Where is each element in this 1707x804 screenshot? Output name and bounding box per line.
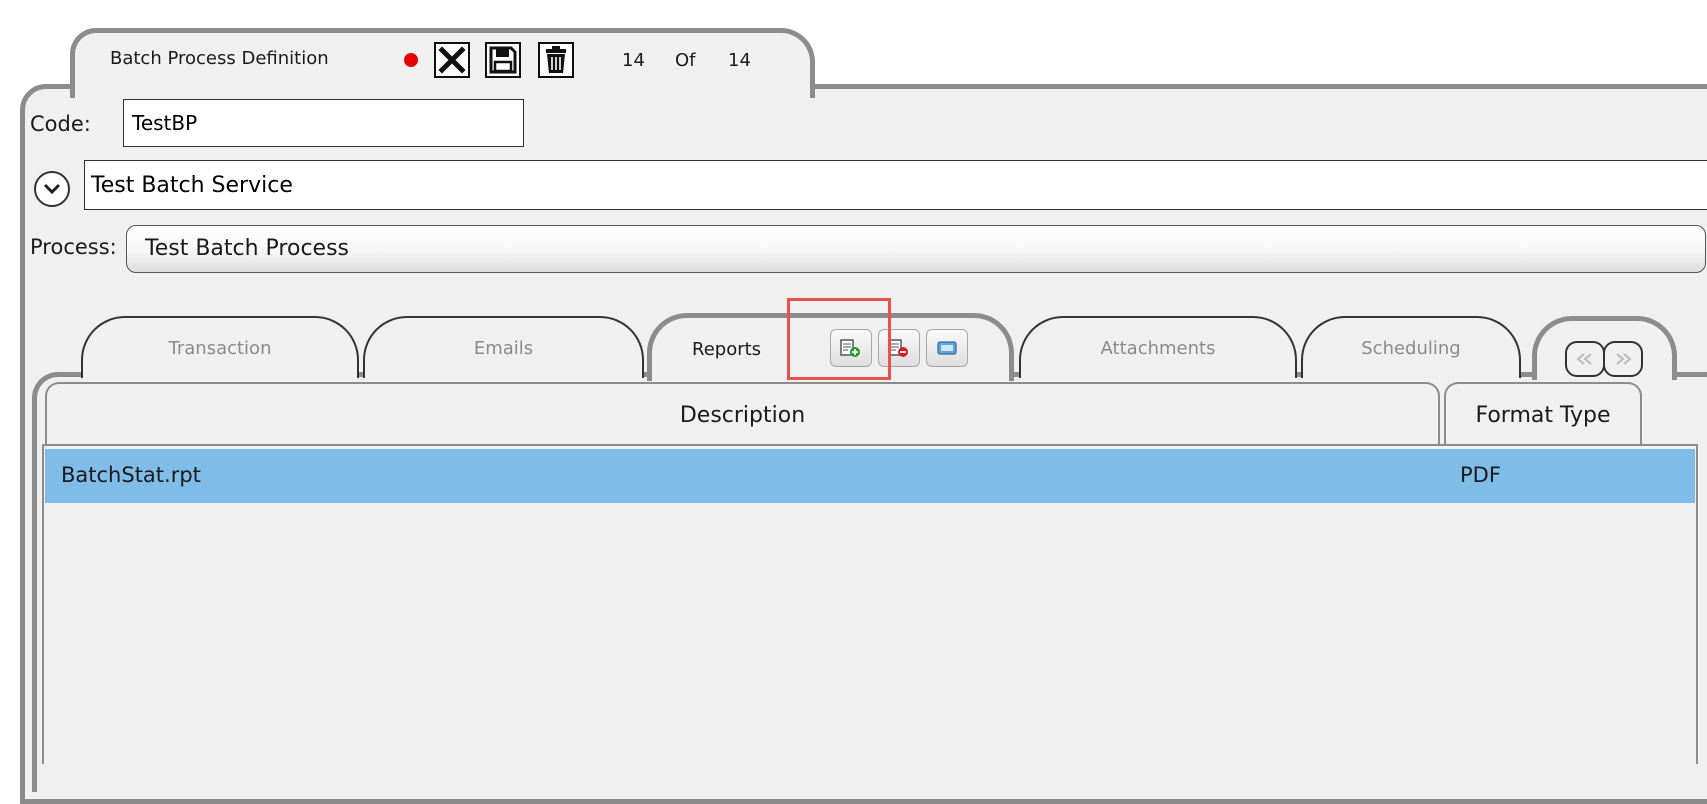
tab-scheduling[interactable]: Scheduling (1301, 316, 1521, 378)
process-selector[interactable]: Test Batch Process (126, 225, 1706, 273)
tab-attachments[interactable]: Attachments (1019, 316, 1297, 378)
double-right-icon (1616, 353, 1632, 365)
code-input[interactable] (123, 99, 524, 147)
double-left-icon (1576, 353, 1592, 365)
highlight-annotation (787, 298, 891, 380)
tab-label: Transaction (168, 337, 272, 359)
save-button[interactable] (484, 41, 522, 79)
edit-report-icon (937, 341, 957, 355)
tab-transaction[interactable]: Transaction (81, 316, 359, 378)
cell-description: BatchStat.rpt (61, 463, 201, 487)
record-total: 14 (728, 50, 751, 71)
column-header-description[interactable]: Description (45, 382, 1440, 446)
save-icon (485, 42, 521, 78)
trash-icon (538, 42, 574, 78)
close-icon (434, 42, 470, 78)
next-button[interactable] (1603, 341, 1643, 377)
cell-format-type: PDF (1460, 463, 1501, 487)
tab-label: Scheduling (1361, 337, 1461, 359)
table-row[interactable]: BatchStat.rpt PDF (45, 449, 1695, 503)
page-title: Batch Process Definition (110, 48, 329, 69)
unsaved-indicator-icon (404, 53, 418, 67)
chevron-down-icon (43, 183, 61, 195)
tab-label: Reports (692, 339, 762, 360)
tab-label: Attachments (1100, 337, 1216, 359)
process-label: Process: (30, 235, 117, 259)
delete-button[interactable] (537, 41, 575, 79)
column-header-format-type[interactable]: Format Type (1444, 382, 1642, 446)
record-of-label: Of (675, 50, 696, 71)
description-input[interactable] (84, 160, 1707, 210)
process-value: Test Batch Process (145, 236, 350, 261)
column-header-label: Description (679, 402, 806, 428)
tab-emails[interactable]: Emails (363, 316, 644, 378)
previous-button[interactable] (1565, 341, 1605, 377)
tab-label: Emails (473, 337, 534, 359)
record-current: 14 (622, 50, 645, 71)
column-header-label: Format Type (1475, 402, 1611, 428)
expand-button[interactable] (34, 171, 70, 207)
cancel-button[interactable] (433, 41, 471, 79)
code-label: Code: (30, 112, 91, 136)
edit-report-button[interactable] (926, 329, 968, 367)
